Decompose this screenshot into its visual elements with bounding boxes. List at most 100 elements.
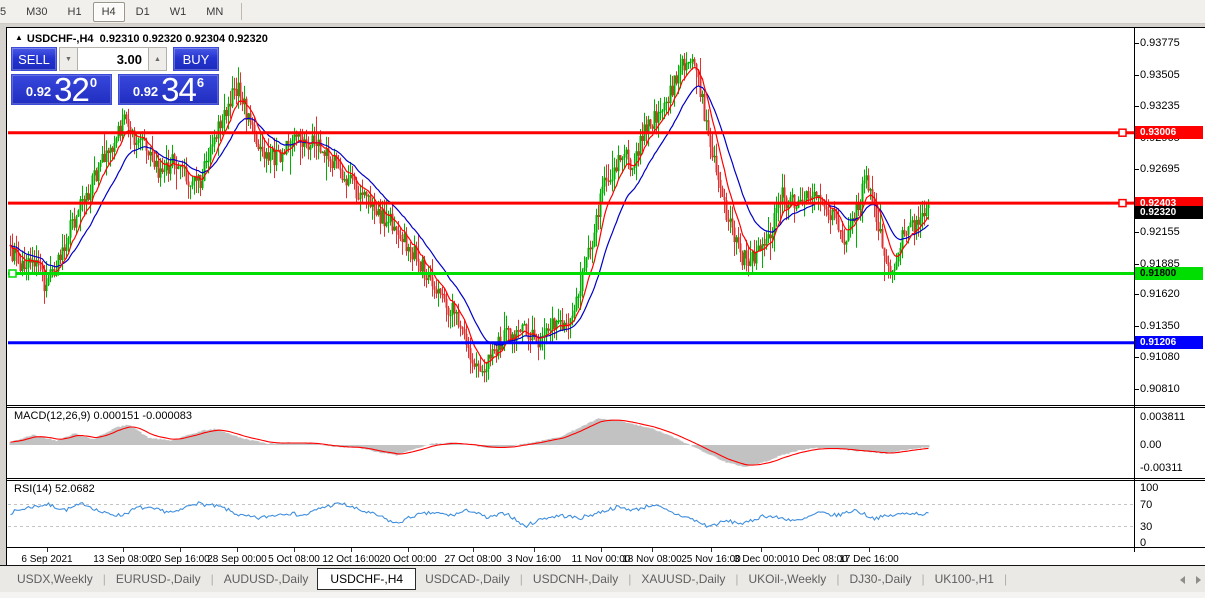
date-tick-mark <box>408 548 409 552</box>
chart-title: ▲ USDCHF-,H4 0.92310 0.92320 0.92304 0.92… <box>15 33 268 45</box>
pane-separator[interactable] <box>7 405 1205 406</box>
timeframe-h1[interactable]: H1 <box>59 2 91 22</box>
tab-usdx-weekly[interactable]: USDX,Weekly <box>8 568 102 590</box>
date-tick-mark <box>180 548 181 552</box>
tab-scroll-right-icon[interactable] <box>1196 576 1201 584</box>
price-tick-label: 0.90810 <box>1140 383 1180 395</box>
level-price-badge: 0.93006 <box>1135 126 1203 139</box>
buy-price-pipette: 6 <box>197 75 204 90</box>
date-tick-mark <box>761 548 762 552</box>
chart-title-ohlc: 0.92310 0.92320 0.92304 0.92320 <box>100 33 268 45</box>
rsi-axis-label: 70 <box>1140 499 1152 511</box>
date-tick-label: 12 Oct 16:00 <box>322 554 379 565</box>
tab-separator: | <box>1003 572 1008 586</box>
tab-dj30-daily[interactable]: DJ30-,Daily <box>840 568 920 590</box>
macd-axis-label: -0.00311 <box>1140 462 1183 474</box>
date-tick-label: 3 Nov 16:00 <box>507 554 561 565</box>
tab-usdchf-h4[interactable]: USDCHF-,H4 <box>317 568 416 590</box>
timeframe-h4[interactable]: H4 <box>93 2 125 22</box>
pane-separator[interactable] <box>7 407 1205 408</box>
sell-price-big: 32 <box>54 76 89 103</box>
sell-price-pipette: 0 <box>90 75 97 90</box>
timeframe-w1[interactable]: W1 <box>161 2 196 22</box>
price-tick-label: 0.93775 <box>1140 37 1180 49</box>
current-price-badge: 0.92320 <box>1135 206 1203 219</box>
chart-title-symbol: USDCHF-,H4 <box>27 33 94 45</box>
date-tick-mark <box>47 548 48 552</box>
status-strip <box>0 592 1205 598</box>
sell-button[interactable]: SELL <box>11 47 57 71</box>
pane-separator <box>7 547 1205 548</box>
sell-price-prefix: 0.92 <box>26 84 51 99</box>
date-tick-label: 3 Dec 00:00 <box>734 554 788 565</box>
tab-usdcad-daily[interactable]: USDCAD-,Daily <box>416 568 519 590</box>
chart-canvas[interactable] <box>7 28 1205 566</box>
sell-price-tile[interactable]: 0.92 32 0 <box>11 74 112 105</box>
date-tick-mark <box>711 548 712 552</box>
date-tick-label: 18 Nov 08:00 <box>622 554 682 565</box>
volume-decrease-button[interactable]: ▼ <box>59 47 78 71</box>
price-tick-label: 0.91080 <box>1140 351 1180 363</box>
date-tick-label: 6 Sep 2021 <box>21 554 72 565</box>
date-tick-mark <box>237 548 238 552</box>
date-tick-label: 13 Sep 08:00 <box>93 554 153 565</box>
volume-input[interactable] <box>78 47 148 71</box>
date-tick-mark <box>818 548 819 552</box>
pane-separator[interactable] <box>7 480 1205 481</box>
date-tick-label: 17 Dec 16:00 <box>839 554 899 565</box>
buy-price-prefix: 0.92 <box>133 84 158 99</box>
timeframe-mn[interactable]: MN <box>197 2 232 22</box>
date-tick-mark <box>473 548 474 552</box>
date-tick-label: 5 Oct 08:00 <box>268 554 320 565</box>
tab-scroll-left-icon[interactable] <box>1180 576 1185 584</box>
date-tick-mark <box>652 548 653 552</box>
date-tick-label: 20 Sep 16:00 <box>150 554 210 565</box>
date-tick-label: 20 Oct 00:00 <box>379 554 436 565</box>
tab-usdcnh-daily[interactable]: USDCNH-,Daily <box>524 568 627 590</box>
tab-xauusd-daily[interactable]: XAUUSD-,Daily <box>632 568 734 590</box>
level-price-badge: 0.91800 <box>1135 267 1203 280</box>
price-tick-label: 0.93235 <box>1140 100 1180 112</box>
macd-axis-label: 0.003811 <box>1140 411 1185 423</box>
price-tick-label: 0.92695 <box>1140 163 1180 175</box>
date-tick-mark <box>869 548 870 552</box>
date-tick-label: 25 Nov 16:00 <box>681 554 741 565</box>
timeframe-m30[interactable]: M30 <box>17 2 56 22</box>
volume-increase-button[interactable]: ▲ <box>148 47 167 71</box>
date-tick-label: 27 Oct 08:00 <box>444 554 501 565</box>
toolbar-separator <box>241 3 242 20</box>
date-tick-mark <box>351 548 352 552</box>
price-axis-border <box>1134 28 1135 552</box>
macd-label: MACD(12,26,9) 0.000151 -0.000083 <box>14 410 192 422</box>
date-tick-mark <box>123 548 124 552</box>
buy-button[interactable]: BUY <box>173 47 219 71</box>
date-tick-mark <box>601 548 602 552</box>
macd-axis-label: 0.00 <box>1140 439 1161 451</box>
tab-uk100-h1[interactable]: UK100-,H1 <box>926 568 1003 590</box>
triangle-up-icon: ▲ <box>154 56 161 63</box>
tab-audusd-daily[interactable]: AUDUSD-,Daily <box>215 568 318 590</box>
price-tick-label: 0.91620 <box>1140 288 1180 300</box>
price-tick-label: 0.91350 <box>1140 320 1180 332</box>
buy-price-big: 34 <box>161 76 196 103</box>
date-tick-mark <box>534 548 535 552</box>
triangle-down-icon: ▼ <box>65 56 72 63</box>
date-tick-label: 28 Sep 00:00 <box>207 554 267 565</box>
timeframe-5[interactable]: 5 <box>0 2 15 22</box>
symbol-tabbar: USDX,Weekly|EURUSD-,Daily|AUDUSD-,DailyU… <box>0 565 1205 592</box>
tab-eurusd-daily[interactable]: EURUSD-,Daily <box>107 568 210 590</box>
price-tick-label: 0.93505 <box>1140 69 1180 81</box>
chart-window[interactable]: ▲ USDCHF-,H4 0.92310 0.92320 0.92304 0.92… <box>6 27 1205 565</box>
rsi-label: RSI(14) 52.0682 <box>14 483 95 495</box>
date-tick-mark <box>294 548 295 552</box>
one-click-trade-panel: SELL ▼ ▲ BUY 0.92 32 0 0.92 34 6 <box>11 47 219 105</box>
rsi-axis-label: 30 <box>1140 521 1152 533</box>
price-tick-label: 0.92155 <box>1140 226 1180 238</box>
buy-price-tile[interactable]: 0.92 34 6 <box>118 74 219 105</box>
pane-separator[interactable] <box>7 478 1205 479</box>
rsi-axis-label: 100 <box>1140 482 1158 494</box>
tab-ukoil-weekly[interactable]: UKOil-,Weekly <box>740 568 836 590</box>
triangle-up-icon: ▲ <box>15 33 23 42</box>
timeframe-toolbar: 5M30H1H4D1W1MN <box>0 0 1205 24</box>
timeframe-d1[interactable]: D1 <box>127 2 159 22</box>
